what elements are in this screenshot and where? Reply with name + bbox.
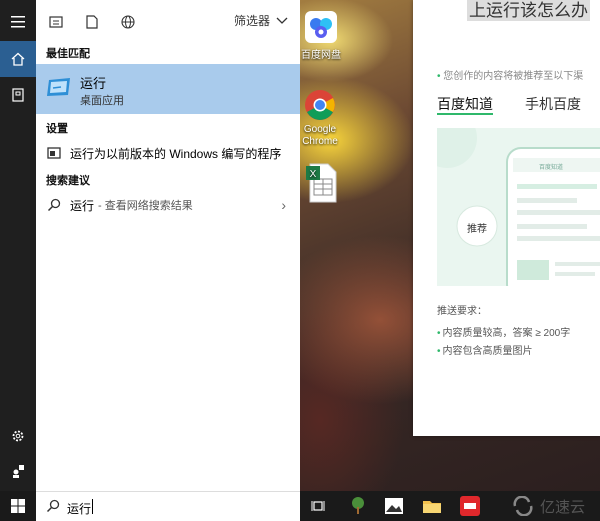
tree-app-icon <box>352 497 364 514</box>
taskbar-search-box[interactable]: 运行 <box>36 491 300 521</box>
text-cursor <box>92 499 93 514</box>
search-icon <box>46 499 60 516</box>
recommend-note: • 您创作的内容将被推荐至以下渠 <box>437 71 584 82</box>
filter-dropdown[interactable]: 筛选器 <box>234 12 288 29</box>
chevron-down-icon <box>276 17 288 24</box>
active-tab-indicator <box>437 113 493 115</box>
menu-icon <box>11 16 25 28</box>
compatibility-icon <box>46 145 62 161</box>
page-title: 上运行该怎么办 <box>467 0 590 21</box>
best-match-title: 运行 <box>80 76 107 91</box>
suggestion-hint: - 查看网络搜索结果 <box>98 200 193 212</box>
desktop-icon-label: Google Chrome <box>302 124 338 147</box>
tab-baidu-zhidao[interactable]: 百度知道 <box>437 94 493 114</box>
photos-icon <box>385 498 403 514</box>
run-app-icon <box>46 76 72 98</box>
documents-button[interactable] <box>0 77 36 113</box>
hamburger-menu-button[interactable] <box>0 4 36 40</box>
red-app-icon <box>460 496 480 516</box>
task-view-icon <box>311 501 325 511</box>
filter-label: 筛选器 <box>233 14 270 28</box>
recommend-illustration: 推荐 百度知道 <box>437 128 600 286</box>
excel-file-icon: X <box>304 163 338 203</box>
desktop-icon-label: 百度网盘 <box>301 50 341 61</box>
baidu-netdisk-icon <box>304 10 338 44</box>
chevron-right-icon[interactable]: › <box>281 197 286 213</box>
start-left-rail <box>0 0 36 491</box>
notebook-icon <box>12 88 24 102</box>
settings-heading: 设置 <box>46 123 68 135</box>
person-feedback-icon <box>13 465 24 478</box>
globe-icon[interactable] <box>118 12 138 32</box>
search-icon <box>46 197 62 213</box>
excel-file-shortcut[interactable]: X <box>296 163 346 203</box>
illustration-header: 百度知道 <box>539 165 564 171</box>
suggestions-heading: 搜索建议 <box>46 175 90 187</box>
taskbar-app-photos[interactable] <box>380 493 408 519</box>
taskbar-app-explorer[interactable] <box>418 493 446 519</box>
tab-mobile-baidu[interactable]: 手机百度 <box>525 94 581 114</box>
gear-icon <box>12 430 24 442</box>
home-button[interactable] <box>0 41 36 77</box>
watermark-text: 亿速云 <box>540 498 586 516</box>
requirements-heading: 推送要求： <box>437 306 487 317</box>
requirement-item: • 内容包含高质量图片 <box>437 346 533 357</box>
requirement-item: • 内容质量较高，答案 ≥ 200字 <box>437 328 571 339</box>
document-list-icon[interactable] <box>46 12 66 32</box>
start-menu-panel: 筛选器 最佳匹配 运行 桌面应用 设置 运行为以前版本的 Windows 编写的… <box>36 0 300 491</box>
folder-icon <box>423 501 441 513</box>
taskbar-app-1[interactable] <box>344 493 372 519</box>
suggestion-query: 运行 <box>70 198 95 213</box>
feedback-button[interactable] <box>0 453 36 489</box>
illustration-tag: 推荐 <box>467 224 487 235</box>
watermark: 亿速云 <box>512 491 600 521</box>
baidu-netdisk-shortcut[interactable]: 百度网盘 <box>296 10 346 61</box>
chrome-icon <box>303 88 337 122</box>
file-icon[interactable] <box>82 12 102 32</box>
google-chrome-shortcut[interactable]: Google Chrome <box>295 88 345 148</box>
home-icon <box>11 52 25 66</box>
search-input[interactable]: 运行 <box>67 500 91 517</box>
settings-button[interactable] <box>0 418 36 454</box>
windows-logo-icon <box>11 499 25 513</box>
yisu-logo-icon <box>513 496 533 516</box>
settings-result-label: 运行为以前版本的 Windows 编写的程序 <box>70 146 282 161</box>
settings-result-item[interactable]: 运行为以前版本的 Windows 编写的程序 <box>36 141 300 165</box>
best-match-subtitle: 桌面应用 <box>80 95 124 107</box>
web-suggestion-item[interactable]: 运行 - 查看网络搜索结果 › <box>36 193 300 217</box>
svg-text:X: X <box>310 169 317 180</box>
best-match-item[interactable]: 运行 桌面应用 <box>36 64 300 114</box>
best-match-heading: 最佳匹配 <box>46 48 90 60</box>
start-button[interactable] <box>0 491 36 521</box>
taskbar-app-red[interactable] <box>456 493 484 519</box>
task-view-button[interactable] <box>304 493 332 519</box>
browser-page: 上运行该怎么办 • 您创作的内容将被推荐至以下渠 百度知道 手机百度 推荐 百度… <box>413 0 600 436</box>
